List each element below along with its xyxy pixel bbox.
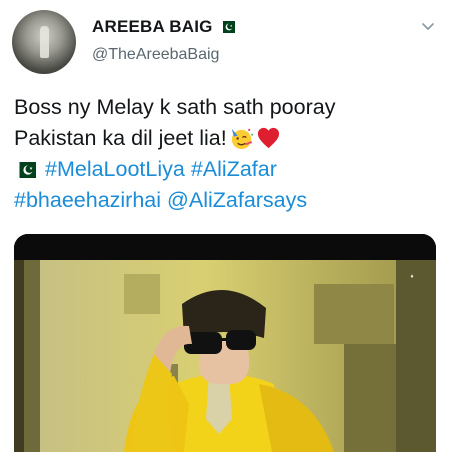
tweet-line-1: Boss ny Melay k sath sath pooray (14, 92, 439, 123)
partying-face-emoji-icon (231, 128, 253, 150)
tweet-text-line-2: Pakistan ka dil jeet lia! (14, 126, 227, 150)
tweet-line-4: #bhaeehazirhai @AliZafarsays (14, 185, 439, 216)
tweet-line-3: #MelaLootLiya #AliZafar (14, 154, 439, 185)
display-name[interactable]: AREEBA BAIG (92, 17, 213, 37)
avatar[interactable] (12, 10, 76, 74)
pakistan-flag-icon (218, 21, 235, 33)
tweet-header: AREEBA BAIG @TheAreebaBaig (0, 0, 450, 80)
tweet-line-2: Pakistan ka dil jeet lia! (14, 123, 439, 154)
tweet-text: Boss ny Melay k sath sath pooray Pakista… (14, 92, 439, 216)
video-frame-image (14, 234, 436, 452)
hashtag-alizafar[interactable]: #AliZafar (191, 154, 277, 185)
tweet-text-line-1: Boss ny Melay k sath sath pooray (14, 95, 336, 119)
red-heart-icon (257, 127, 279, 149)
video-watermark: ♦ (410, 274, 414, 280)
hashtag-melalootliya[interactable]: #MelaLootLiya (45, 154, 185, 185)
user-handle[interactable]: @TheAreebaBaig (92, 46, 219, 64)
pakistan-flag-icon (14, 161, 36, 178)
name-row[interactable]: AREEBA BAIG (92, 16, 235, 38)
video-thumbnail[interactable]: ♦ (14, 234, 436, 452)
chevron-down-icon[interactable] (420, 18, 436, 34)
hashtag-bhaeehazirhai[interactable]: #bhaeehazirhai (14, 185, 161, 216)
mention-alizafarsays[interactable]: @AliZafarsays (167, 185, 307, 216)
